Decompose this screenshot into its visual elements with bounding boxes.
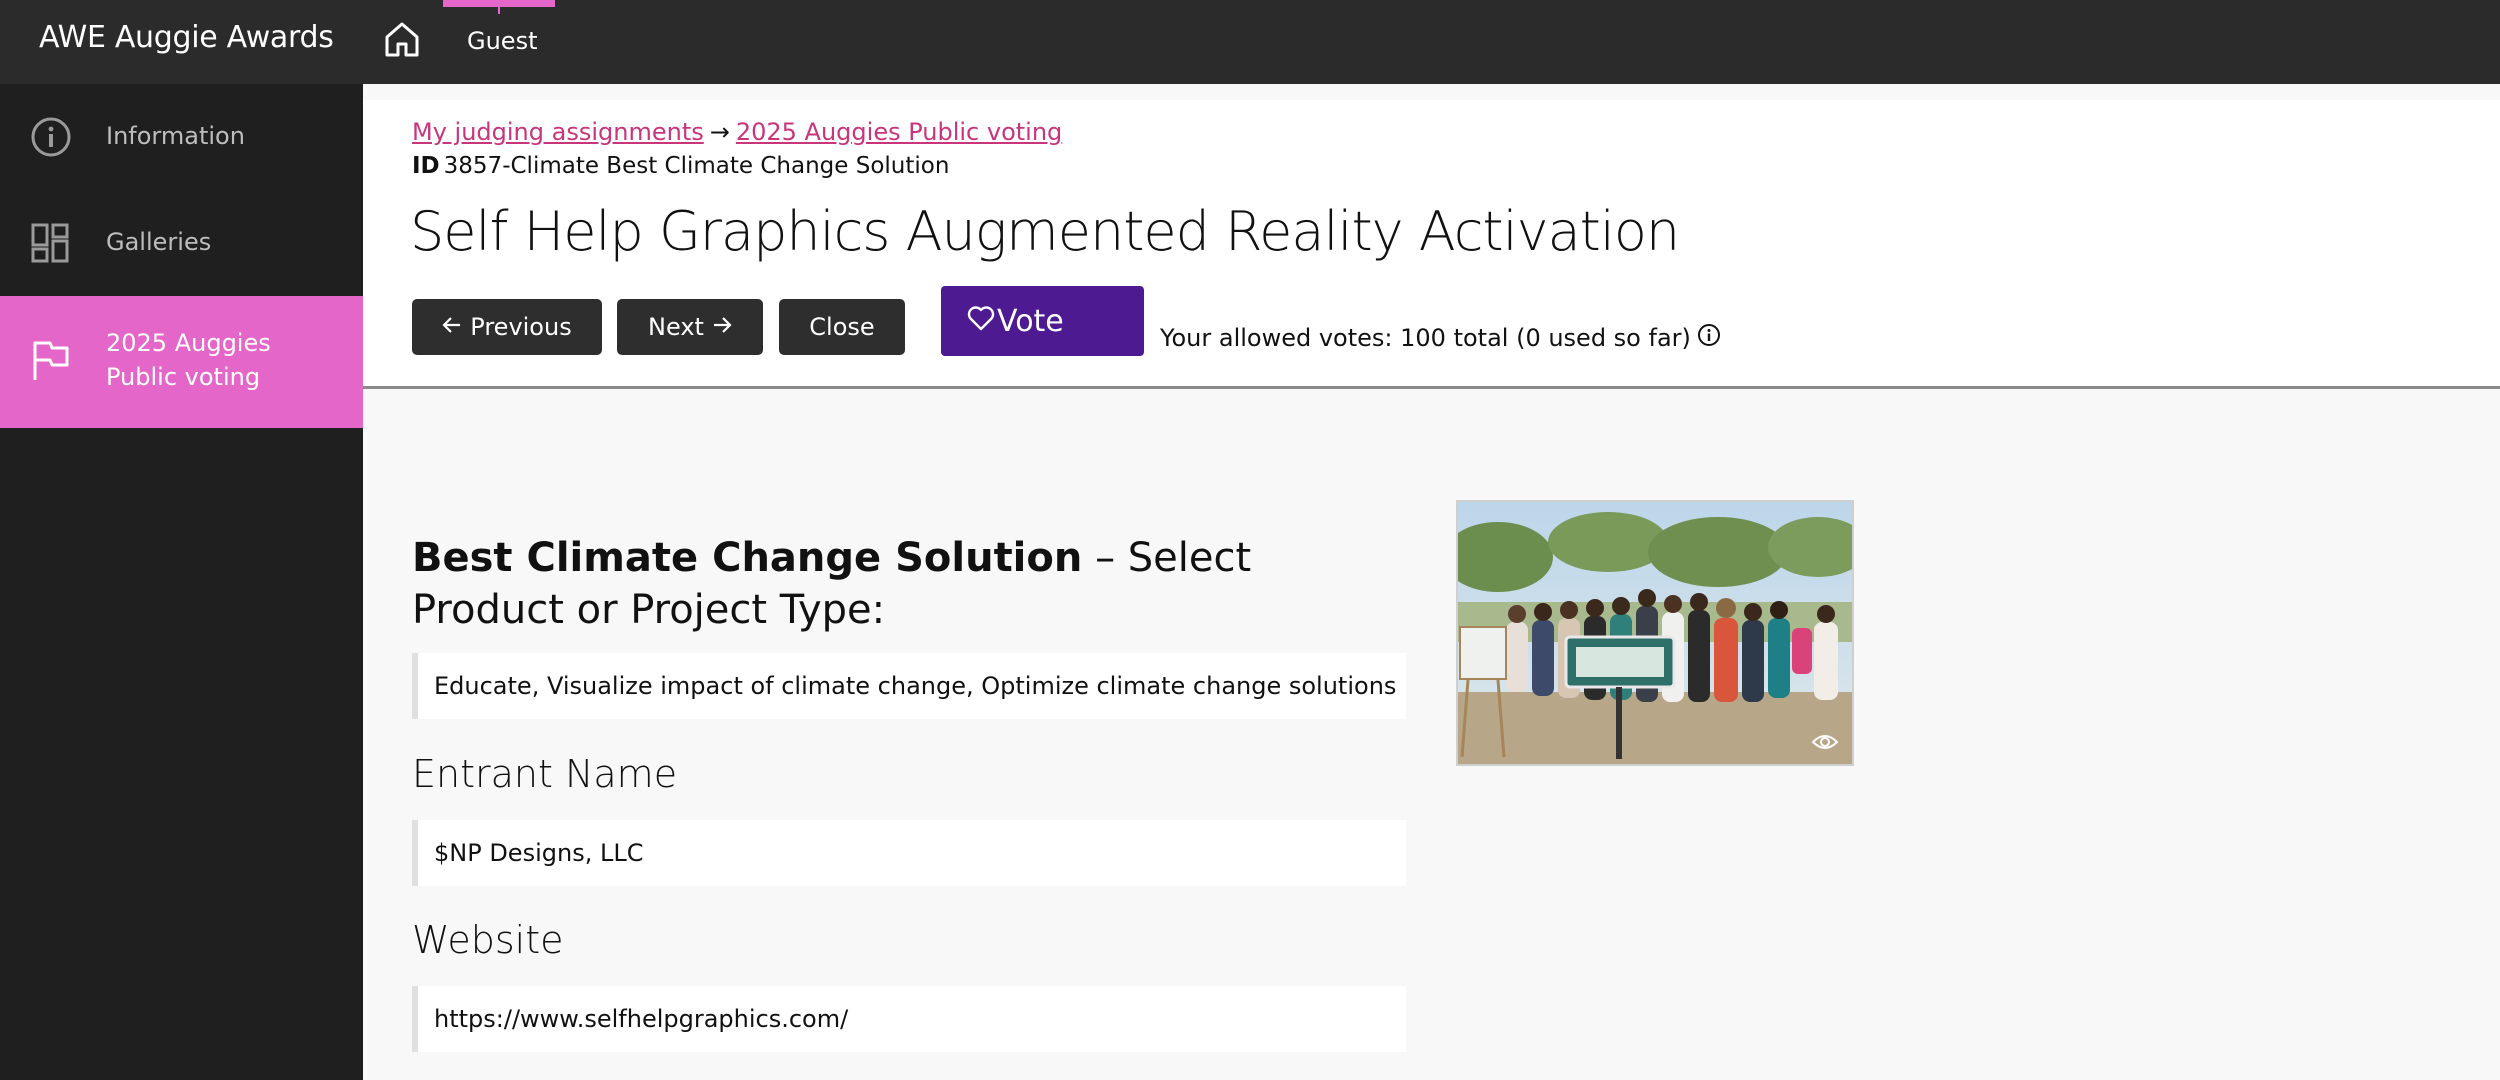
- vote-button[interactable]: Vote: [941, 286, 1144, 356]
- sidebar-item-label: Galleries: [106, 228, 212, 256]
- vote-label: Vote: [997, 303, 1064, 339]
- breadcrumb: My judging assignments → 2025 Auggies Publ…: [412, 118, 1062, 146]
- breadcrumb-arrow: →: [709, 118, 730, 146]
- info-small-icon[interactable]: [1697, 323, 1721, 353]
- sidebar-item-label: 2025 Auggies Public voting: [106, 329, 271, 391]
- guest-tab-accent: [443, 0, 555, 7]
- previous-button[interactable]: Previous: [412, 299, 602, 355]
- website-label: Website: [412, 918, 564, 962]
- arrow-right-icon: [712, 313, 732, 341]
- breadcrumb-link-judging-assignments[interactable]: My judging assignments: [412, 118, 704, 146]
- sidebar-item-public-voting[interactable]: 2025 Auggies Public voting: [0, 296, 363, 428]
- previous-label: Previous: [470, 313, 572, 341]
- page-title: Self Help Graphics Augmented Reality Act…: [410, 200, 1680, 263]
- category-heading: Best Climate Change Solution – Select Pr…: [412, 532, 1412, 636]
- eye-icon[interactable]: [1811, 732, 1839, 756]
- sidebar-item-galleries[interactable]: Galleries: [0, 190, 363, 296]
- info-icon: [30, 116, 72, 158]
- entry-photo: [1458, 502, 1852, 764]
- next-button[interactable]: Next: [617, 299, 763, 355]
- guest-tab[interactable]: Guest: [443, 0, 555, 84]
- close-label: Close: [809, 313, 875, 341]
- entrant-name-value: $NP Designs, LLC: [412, 820, 1406, 886]
- website-value: https://www.selfhelpgraphics.com/: [412, 986, 1406, 1052]
- next-label: Next: [648, 313, 704, 341]
- sidebar: Information Galleries 2025 Auggies Publi…: [0, 84, 363, 1080]
- entry-image[interactable]: [1456, 500, 1854, 766]
- entry-id: ID 3857-Climate Best Climate Change Solut…: [412, 153, 949, 179]
- header-divider: [363, 386, 2500, 389]
- entry-id-label: ID: [412, 153, 440, 179]
- entry-id-value: 3857-Climate Best Climate Change Solutio…: [443, 153, 950, 179]
- top-bar: AWE Auggie Awards Guest: [0, 0, 2500, 84]
- flag-icon: [30, 340, 72, 382]
- category-value: Educate, Visualize impact of climate cha…: [412, 653, 1406, 719]
- close-button[interactable]: Close: [779, 299, 905, 355]
- guest-tab-tick: [498, 7, 500, 14]
- votes-allowance: Your allowed votes: 100 total (0 used so…: [1160, 323, 1721, 353]
- entrant-name-label: Entrant Name: [412, 752, 678, 796]
- sidebar-item-label: Information: [106, 122, 245, 150]
- app-title: AWE Auggie Awards: [39, 20, 334, 55]
- guest-label: Guest: [467, 27, 538, 55]
- breadcrumb-link-public-voting[interactable]: 2025 Auggies Public voting: [736, 118, 1062, 146]
- votes-allowance-text: Your allowed votes: 100 total (0 used so…: [1160, 324, 1691, 352]
- home-icon[interactable]: [384, 20, 420, 58]
- heart-icon: [967, 304, 995, 339]
- sidebar-item-information[interactable]: Information: [0, 84, 363, 190]
- galleries-icon: [30, 222, 72, 264]
- arrow-left-icon: [442, 313, 462, 341]
- category-name: Best Climate Change Solution: [412, 535, 1083, 581]
